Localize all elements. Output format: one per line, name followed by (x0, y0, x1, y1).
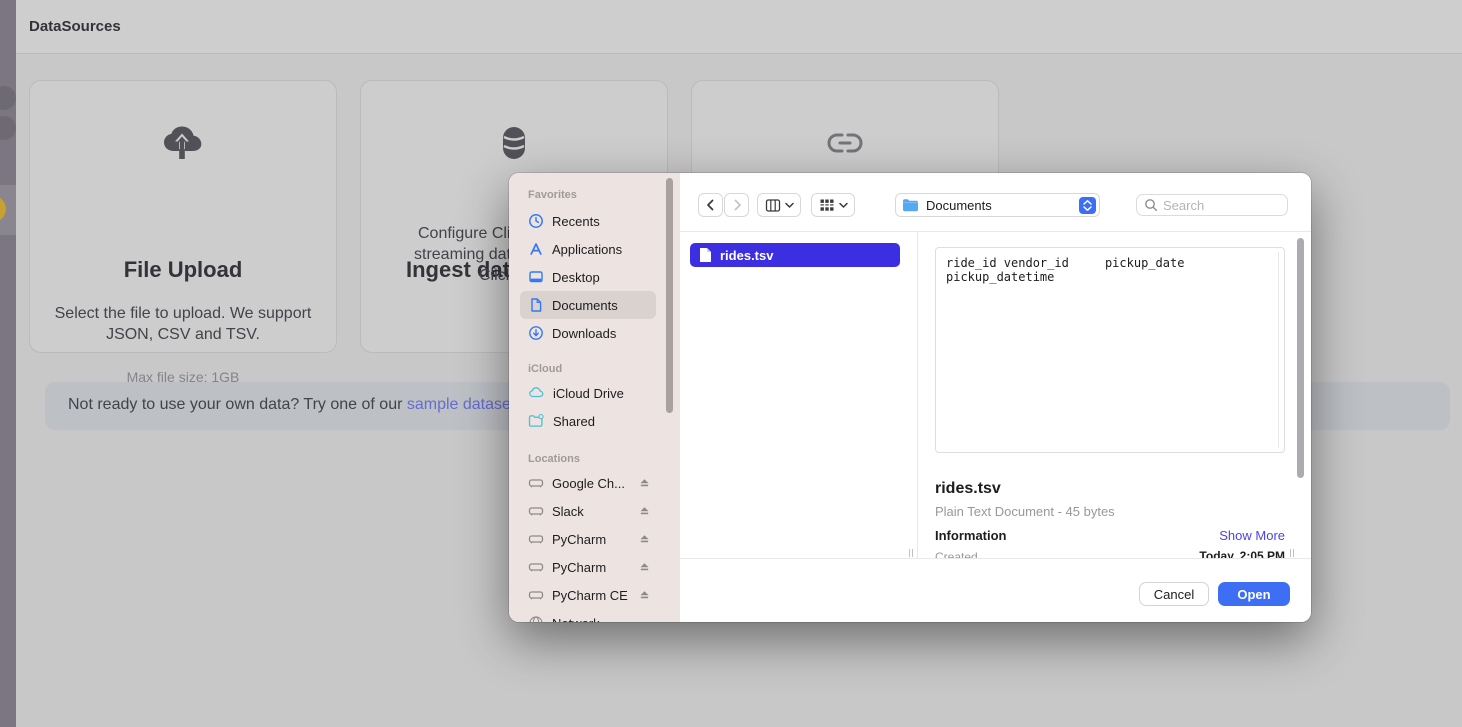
sidebar-item-network[interactable]: Network (520, 609, 656, 622)
sidebar-item-pycharm[interactable]: PyCharm (520, 525, 656, 553)
preview-text: ride_id vendor_id pickup_date pickup_dat… (936, 248, 1284, 292)
document-icon (528, 297, 544, 313)
columns-icon (765, 198, 781, 213)
clock-icon (528, 213, 544, 229)
drive-icon (528, 475, 544, 491)
sidebar-item-label: Downloads (552, 326, 616, 341)
drive-icon (528, 587, 544, 603)
cancel-button[interactable]: Cancel (1139, 582, 1209, 606)
search-input[interactable] (1163, 198, 1273, 213)
sidebar-item-icloud-drive[interactable]: iCloud Drive (520, 379, 656, 407)
dialog-scrollbar[interactable] (1297, 238, 1304, 478)
created-label: Created (935, 550, 978, 558)
sidebar-section-label: iCloud (528, 363, 562, 375)
search-icon (1144, 198, 1158, 212)
file-row-rides-tsv[interactable]: rides.tsv (690, 243, 900, 267)
file-list: rides.tsv (680, 232, 918, 558)
dialog-footer: Cancel Open (680, 558, 1311, 622)
file-doc-icon (699, 247, 712, 263)
chevron-down-icon (785, 202, 794, 209)
folder-dropdown[interactable]: Documents (895, 193, 1100, 217)
group-icon (819, 198, 835, 213)
chevron-down-icon (839, 202, 848, 209)
file-name: rides.tsv (720, 248, 773, 263)
column-view-button[interactable] (757, 193, 801, 217)
preview-file-kind: Plain Text Document - 45 bytes (935, 504, 1115, 519)
sidebar-item-slack[interactable]: Slack (520, 497, 656, 525)
sidebar-section-label: Locations (528, 453, 580, 465)
eject-icon[interactable] (639, 533, 650, 544)
chevron-left-icon (703, 197, 719, 213)
information-label: Information (935, 528, 1007, 543)
sidebar-item-pycharm-ce[interactable]: PyCharm CE (520, 581, 656, 609)
file-open-dialog: Favorites Recents Applications Desktop D… (509, 173, 1311, 622)
sidebar-item-label: Network (552, 616, 600, 623)
sidebar-item-shared[interactable]: Shared (520, 407, 656, 435)
sidebar-item-downloads[interactable]: Downloads (520, 319, 656, 347)
screen: DataSources File Upload Select the file … (0, 0, 1462, 727)
sidebar-item-label: Shared (553, 414, 595, 429)
preview-box: ride_id vendor_id pickup_date pickup_dat… (935, 247, 1285, 453)
sidebar-item-documents[interactable]: Documents (520, 291, 656, 319)
sidebar-item-label: Desktop (552, 270, 600, 285)
eject-icon[interactable] (639, 561, 650, 572)
downloads-icon (528, 325, 544, 341)
dialog-content: rides.tsv ride_id vendor_id pickup_date … (680, 232, 1311, 558)
sidebar-item-label: Applications (552, 242, 622, 257)
network-icon (528, 615, 544, 622)
drive-icon (528, 503, 544, 519)
drive-icon (528, 559, 544, 575)
forward-button[interactable] (724, 193, 749, 217)
preview-pane: ride_id vendor_id pickup_date pickup_dat… (918, 232, 1311, 558)
sidebar-item-label: Recents (552, 214, 600, 229)
sidebar-item-label: Documents (552, 298, 618, 313)
show-more-link[interactable]: Show More (1219, 528, 1285, 543)
folder-icon (902, 198, 919, 212)
sidebar-item-recents[interactable]: Recents (520, 207, 656, 235)
sidebar-section-label: Favorites (528, 189, 577, 201)
sidebar-item-label: PyCharm (552, 560, 606, 575)
shared-folder-icon (528, 413, 545, 429)
sidebar-item-label: Google Ch... (552, 476, 625, 491)
created-value: Today, 2:05 PM (1199, 549, 1285, 558)
sidebar-item-desktop[interactable]: Desktop (520, 263, 656, 291)
sidebar-item-label: PyCharm (552, 532, 606, 547)
folder-dropdown-label: Documents (926, 198, 992, 213)
stepper-icon (1079, 197, 1096, 214)
chevron-right-icon (729, 197, 745, 213)
back-button[interactable] (698, 193, 723, 217)
preview-scroll-track (1278, 252, 1279, 448)
dialog-toolbar: Documents (680, 173, 1311, 232)
sidebar-item-google-chrome[interactable]: Google Ch... (520, 469, 656, 497)
eject-icon[interactable] (639, 505, 650, 516)
sidebar-item-label: Slack (552, 504, 584, 519)
divider-handle[interactable] (1290, 549, 1294, 557)
eject-icon[interactable] (639, 589, 650, 600)
open-button[interactable]: Open (1218, 582, 1290, 606)
preview-file-name: rides.tsv (935, 480, 1001, 498)
dialog-sidebar: Favorites Recents Applications Desktop D… (509, 173, 680, 622)
sidebar-item-label: iCloud Drive (553, 386, 624, 401)
group-view-button[interactable] (811, 193, 855, 217)
search-field[interactable] (1136, 194, 1288, 216)
eject-icon[interactable] (639, 477, 650, 488)
applications-icon (528, 241, 544, 257)
sidebar-scrollbar[interactable] (666, 178, 673, 413)
desktop-icon (528, 269, 544, 285)
cloud-icon (528, 385, 545, 401)
sidebar-item-pycharm-2[interactable]: PyCharm (520, 553, 656, 581)
sidebar-item-label: PyCharm CE (552, 588, 628, 603)
drive-icon (528, 531, 544, 547)
divider-handle[interactable] (909, 549, 913, 557)
sidebar-item-applications[interactable]: Applications (520, 235, 656, 263)
